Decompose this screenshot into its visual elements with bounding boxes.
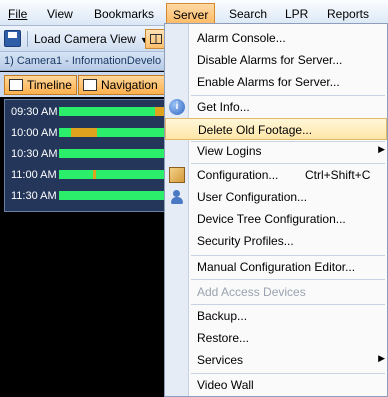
menu-reports[interactable]: Reports <box>327 4 369 24</box>
menu-item-label: Manual Configuration Editor... <box>197 260 356 274</box>
menu-item-label: Add Access Devices <box>197 285 306 299</box>
menu-item-label: Alarm Console... <box>197 31 286 45</box>
server-menu: Alarm Console... Disable Alarms for Serv… <box>164 23 388 397</box>
menu-view-label: View <box>47 7 73 21</box>
tab-navigation-label: Navigation <box>101 78 158 92</box>
menu-item-alarm-console[interactable]: Alarm Console... <box>165 27 387 49</box>
menu-search[interactable]: Search <box>229 4 267 24</box>
timeline-time: 09:30 AM <box>11 106 58 118</box>
menu-item-security-profiles[interactable]: Security Profiles... <box>165 230 387 252</box>
menu-item-label: Device Tree Configuration... <box>197 212 346 226</box>
timeline-row[interactable]: 10:00 AM <box>5 124 168 144</box>
recording-bar[interactable] <box>59 128 168 137</box>
recording-bar[interactable] <box>59 170 168 179</box>
menu-item-label: Security Profiles... <box>197 234 294 248</box>
timeline-area: 09:30 AM 10:00 AM 10:30 AM 11:00 AM 11:3… <box>4 99 168 212</box>
menu-item-configuration[interactable]: Configuration... Ctrl+Shift+C <box>165 164 387 186</box>
menu-item-shortcut: Ctrl+Shift+C <box>305 168 371 182</box>
menu-item-label: View Logins <box>197 144 262 158</box>
menu-bookmarks[interactable]: Bookmarks <box>94 4 154 24</box>
menu-item-video-wall[interactable]: Video Wall <box>165 374 387 396</box>
layout-grid-icon <box>150 34 162 44</box>
menu-separator <box>191 279 385 280</box>
info-icon: i <box>169 99 185 115</box>
timeline-time: 10:00 AM <box>11 127 58 139</box>
tab-timeline-label: Timeline <box>27 78 72 92</box>
timeline-row[interactable]: 11:30 AM <box>5 187 168 207</box>
menu-reports-label: Reports <box>327 7 370 21</box>
timeline-row[interactable]: 09:30 AM <box>5 103 168 123</box>
tab-timeline[interactable]: Timeline <box>4 75 77 95</box>
menu-item-disable-alarms[interactable]: Disable Alarms for Server... <box>165 49 387 71</box>
menu-lpr[interactable]: LPR <box>285 4 308 24</box>
timeline-time: 11:00 AM <box>11 169 57 181</box>
recording-bar[interactable] <box>59 149 168 158</box>
menu-item-add-access-devices: Add Access Devices <box>165 281 387 303</box>
load-camera-view-label: Load Camera View <box>34 32 136 46</box>
menu-view[interactable]: View <box>47 4 73 24</box>
submenu-arrow-icon: ▶ <box>378 353 385 363</box>
save-icon[interactable] <box>4 30 21 47</box>
menu-item-label: User Configuration... <box>197 190 308 204</box>
recording-bar[interactable] <box>59 191 168 200</box>
menu-item-label: Services <box>197 353 244 367</box>
navigation-icon <box>83 79 97 91</box>
menu-item-label: Enable Alarms for Server... <box>197 75 340 89</box>
recording-bar[interactable] <box>59 107 168 116</box>
configuration-icon <box>169 167 185 183</box>
camera-panel: 1) Camera1 - InformationDevelo Timeline … <box>0 52 168 397</box>
menu-file[interactable]: File <box>8 4 27 24</box>
menu-item-label: Disable Alarms for Server... <box>197 53 343 67</box>
timeline-time: 10:30 AM <box>11 148 58 160</box>
load-camera-view-button[interactable]: Load Camera View▼ <box>28 29 155 49</box>
menu-lpr-label: LPR <box>285 7 309 21</box>
menu-item-restore[interactable]: Restore... <box>165 327 387 349</box>
camera-tabs: Timeline Navigation <box>0 72 167 97</box>
timeline-row[interactable]: 10:30 AM <box>5 145 168 165</box>
menu-item-label: Restore... <box>197 331 250 345</box>
menu-item-manual-configuration-editor[interactable]: Manual Configuration Editor... <box>165 256 387 278</box>
menu-file-label: File <box>8 7 28 21</box>
timeline-row[interactable]: 11:00 AM <box>5 166 168 186</box>
menu-item-get-info[interactable]: i Get Info... <box>165 96 387 118</box>
menu-item-label: Configuration... <box>197 168 279 182</box>
motion-segment <box>71 128 97 137</box>
tab-navigation[interactable]: Navigation <box>78 75 167 95</box>
menu-bookmarks-label: Bookmarks <box>94 7 155 21</box>
menu-item-enable-alarms[interactable]: Enable Alarms for Server... <box>165 71 387 93</box>
menu-item-label: Video Wall <box>197 378 254 392</box>
menu-item-delete-old-footage[interactable]: Delete Old Footage... <box>165 118 387 140</box>
users-icon <box>169 189 185 205</box>
menu-item-label: Get Info... <box>197 100 250 114</box>
timeline-time: 11:30 AM <box>11 190 57 202</box>
menu-search-label: Search <box>229 7 268 21</box>
timeline-icon <box>9 79 23 91</box>
menu-item-label: Delete Old Footage... <box>198 123 313 137</box>
menu-item-view-logins[interactable]: View Logins ▶ <box>165 140 387 162</box>
menu-item-label: Backup... <box>197 309 248 323</box>
menu-item-backup[interactable]: Backup... <box>165 305 387 327</box>
motion-segment <box>93 170 96 179</box>
menu-server-label: Server <box>173 8 209 22</box>
submenu-arrow-icon: ▶ <box>378 144 385 154</box>
menu-item-device-tree-configuration[interactable]: Device Tree Configuration... <box>165 208 387 230</box>
menu-item-services[interactable]: Services ▶ <box>165 349 387 371</box>
menu-item-user-configuration[interactable]: User Configuration... <box>165 186 387 208</box>
camera-title: 1) Camera1 - InformationDevelo <box>0 52 167 71</box>
